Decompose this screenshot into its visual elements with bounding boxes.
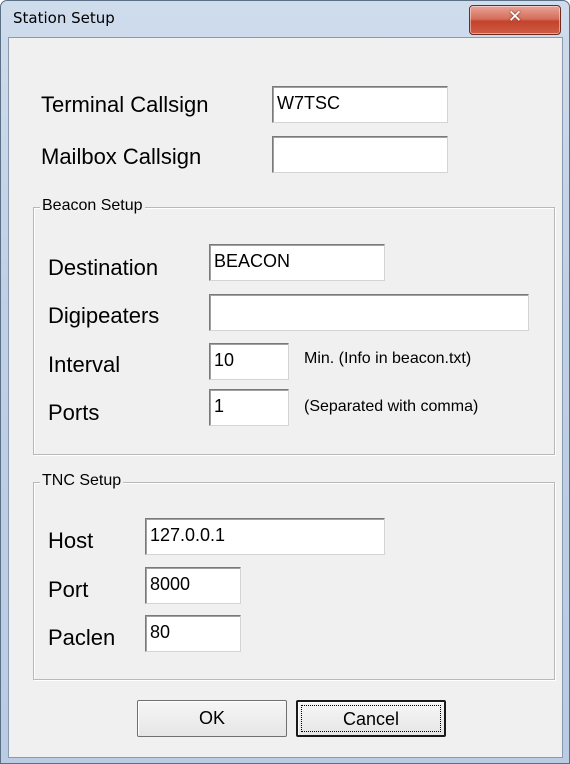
beacon-setup-group: Beacon Setup Destination BEACON Digipeat… — [33, 197, 555, 455]
ok-button[interactable]: OK — [137, 700, 287, 737]
cancel-button[interactable]: Cancel — [296, 700, 446, 737]
port-input[interactable]: 8000 — [145, 567, 241, 604]
interval-input[interactable]: 10 — [209, 343, 289, 380]
digipeaters-input[interactable] — [209, 294, 529, 331]
ports-label: Ports — [48, 400, 100, 425]
interval-note: Min. (Info in beacon.txt) — [304, 350, 472, 367]
interval-label: Interval — [48, 352, 121, 377]
paclen-label: Paclen — [48, 625, 116, 650]
ports-input[interactable]: 1 — [209, 389, 289, 426]
mailbox-callsign-input[interactable] — [272, 136, 448, 173]
close-icon: ✕ — [507, 7, 523, 27]
digipeaters-label: Digipeaters — [48, 303, 160, 328]
port-label: Port — [48, 577, 89, 602]
mailbox-callsign-label: Mailbox Callsign — [41, 144, 202, 169]
destination-input[interactable]: BEACON — [209, 244, 385, 281]
terminal-callsign-input[interactable]: W7TSC — [272, 86, 448, 123]
cancel-button-label: Cancel — [342, 709, 400, 729]
dialog-body: Terminal Callsign W7TSC Mailbox Callsign… — [8, 37, 563, 758]
dialog-title: Station Setup — [13, 9, 115, 27]
close-button[interactable]: ✕ — [469, 5, 561, 35]
tnc-setup-title: TNC Setup — [40, 472, 124, 490]
station-setup-dialog: Station Setup ✕ Terminal Callsign W7TSC … — [0, 0, 570, 764]
host-label: Host — [48, 528, 94, 553]
destination-label: Destination — [48, 255, 159, 280]
paclen-input[interactable]: 80 — [145, 615, 241, 652]
ports-note: (Separated with comma) — [304, 398, 479, 415]
beacon-setup-title: Beacon Setup — [40, 197, 145, 215]
host-input[interactable]: 127.0.0.1 — [145, 518, 385, 555]
tnc-setup-group: TNC Setup Host 127.0.0.1 Port 8000 Pacle… — [33, 472, 555, 680]
title-bar[interactable]: Station Setup ✕ — [1, 1, 569, 37]
terminal-callsign-label: Terminal Callsign — [41, 92, 209, 117]
